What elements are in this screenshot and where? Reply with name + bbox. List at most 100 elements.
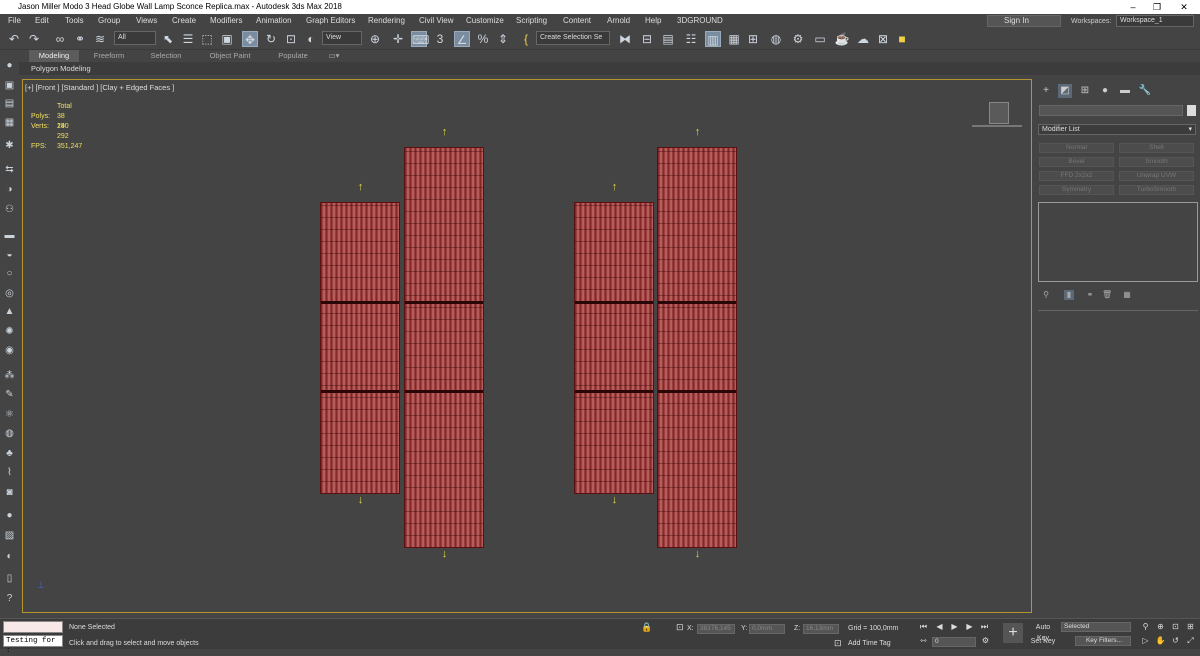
foliage-icon[interactable]: ♣	[2, 446, 17, 461]
modify-tab-icon[interactable]: ◩	[1058, 84, 1072, 98]
menu-help[interactable]: Help	[645, 14, 661, 28]
light-icon[interactable]: ✱	[2, 138, 17, 153]
menu-3dground[interactable]: 3DGROUND	[677, 14, 723, 28]
x-coordinate-field[interactable]: 38176,145	[697, 624, 735, 634]
render-in-cloud-icon[interactable]: ☁	[855, 31, 871, 47]
material-icon[interactable]: ●	[2, 508, 17, 523]
compound-icon[interactable]: ⚛	[2, 407, 17, 422]
unlink-icon[interactable]: ⚭	[72, 31, 88, 47]
torus-icon[interactable]: ◎	[2, 286, 17, 301]
select-and-rotate-icon[interactable]: ↻	[263, 31, 279, 47]
short-cylinder-right[interactable]	[574, 202, 654, 494]
sphere-icon[interactable]: ○	[2, 266, 17, 281]
tab-object-paint[interactable]: Object Paint	[200, 50, 260, 62]
toggle-ribbon-icon[interactable]: ▥	[705, 31, 721, 47]
set-key-icon[interactable]: +	[1003, 623, 1023, 643]
maxscript-listener[interactable]	[3, 621, 63, 633]
pin-stack-icon[interactable]: ⚲	[1041, 290, 1051, 300]
edit-named-selection-icon[interactable]: {	[518, 31, 534, 47]
object-name-field[interactable]	[1039, 105, 1183, 116]
hierarchy-tab-icon[interactable]: ⊞	[1078, 84, 1092, 98]
toggle-scene-explorer-icon[interactable]: ▤	[660, 31, 676, 47]
named-selection-sets-dropdown[interactable]: Create Selection Se	[536, 31, 610, 45]
tab-freeform[interactable]: Freeform	[86, 50, 132, 62]
z-coordinate-field[interactable]: 16,13mm	[803, 624, 839, 634]
menu-scripting[interactable]: Scripting	[516, 14, 547, 28]
menu-group[interactable]: Group	[98, 14, 120, 28]
select-and-scale-icon[interactable]: ⊡	[283, 31, 299, 47]
modifier-button-smooth[interactable]: Smooth	[1119, 157, 1194, 167]
menu-graph-editors[interactable]: Graph Editors	[306, 14, 355, 28]
systems-icon[interactable]: ⚇	[2, 202, 17, 217]
workspace-dropdown[interactable]: Workspace_1	[1116, 15, 1194, 27]
menu-arnold[interactable]: Arnold	[607, 14, 630, 28]
set-key-button[interactable]: Set Key	[1029, 636, 1057, 647]
go-to-end-icon[interactable]: ⏭	[979, 621, 990, 632]
helper-icon[interactable]: ⇆	[2, 162, 17, 177]
keyboard-shortcut-override-icon[interactable]: ⌨	[411, 31, 429, 47]
modifier-button-turbosmooth[interactable]: TurboSmooth	[1119, 185, 1194, 195]
ribbon-options-icon[interactable]: ▭▾	[325, 50, 343, 62]
add-time-tag[interactable]: Add Time Tag	[848, 640, 891, 647]
create-tab-icon[interactable]: +	[1039, 84, 1053, 98]
lock-selection-icon[interactable]: 🔒	[641, 622, 652, 633]
configure-modifier-sets-icon[interactable]: ▦	[1122, 290, 1132, 300]
select-by-name-icon[interactable]: ☰	[180, 31, 196, 47]
minimize-button[interactable]: –	[1121, 0, 1145, 14]
utilities-tab-icon[interactable]: 🔧	[1138, 84, 1152, 98]
stairs-icon[interactable]: ⌇	[2, 465, 17, 480]
select-object-icon[interactable]: ⬉	[160, 31, 176, 47]
sign-in-button[interactable]: Sign In	[987, 15, 1061, 27]
rendered-frame-window-icon[interactable]: ▭	[812, 31, 828, 47]
select-manipulate-icon[interactable]: ✛	[390, 31, 406, 47]
key-filters-button[interactable]: Key Filters...	[1075, 636, 1131, 646]
menu-views[interactable]: Views	[136, 14, 157, 28]
select-and-move-icon[interactable]: ✥	[242, 31, 258, 47]
auto-key-button[interactable]: Auto Key	[1029, 622, 1057, 642]
modifier-button-unwrap-uvw[interactable]: Unwrap UVW	[1119, 171, 1194, 181]
field-of-view-icon[interactable]: ▷	[1140, 635, 1151, 646]
percent-snap-icon[interactable]: %	[475, 31, 491, 47]
camera-icon[interactable]: ▨	[2, 528, 17, 543]
menu-edit[interactable]: Edit	[35, 14, 49, 28]
orbit-icon[interactable]: ↺	[1170, 635, 1181, 646]
selection-filter-dropdown[interactable]: All	[114, 31, 156, 45]
tab-modeling[interactable]: Modeling	[29, 50, 79, 62]
mirror-icon[interactable]: ⧓	[617, 31, 633, 47]
a360-gallery-icon[interactable]: ⊠	[875, 31, 891, 47]
brush-icon[interactable]: ✎	[2, 387, 17, 402]
door-icon[interactable]: ◙	[2, 485, 17, 500]
absolute-mode-icon[interactable]: ⊡	[676, 622, 684, 633]
modifier-button-ffd[interactable]: FFD 2x2x2	[1039, 171, 1114, 181]
shapes-icon[interactable]: ▣	[2, 78, 17, 93]
grid-icon[interactable]: ▦	[2, 115, 17, 130]
display-tab-icon[interactable]: ▬	[1118, 84, 1132, 98]
globe-icon[interactable]: ◍	[2, 426, 17, 441]
pan-icon[interactable]: ✋	[1155, 635, 1166, 646]
go-to-start-icon[interactable]: ⏮	[918, 621, 929, 632]
motion-tab-icon[interactable]: ●	[1098, 84, 1112, 98]
viewcube[interactable]	[972, 102, 1022, 127]
restore-button[interactable]: ❐	[1145, 0, 1169, 14]
help-icon[interactable]: ?	[2, 591, 17, 606]
link-icon[interactable]: ∞	[52, 31, 68, 47]
play-icon[interactable]: ▶	[949, 621, 960, 632]
tall-cylinder-right[interactable]	[657, 147, 737, 548]
reference-coordinate-dropdown[interactable]: View	[322, 31, 362, 45]
plane-icon[interactable]: ▬	[2, 228, 17, 243]
create-icon[interactable]: ●	[2, 58, 17, 73]
cone-icon[interactable]: ▲	[2, 304, 17, 319]
tab-selection[interactable]: Selection	[143, 50, 189, 62]
menu-customize[interactable]: Customize	[466, 14, 504, 28]
material-editor-icon[interactable]: ◍	[768, 31, 784, 47]
angle-snap-icon[interactable]: ∠	[454, 31, 470, 47]
remove-modifier-icon[interactable]: 🗑	[1102, 290, 1112, 300]
current-frame-field[interactable]: 0	[932, 637, 976, 647]
spacewarp-icon[interactable]: ◑	[2, 182, 17, 197]
align-icon[interactable]: ⊟	[639, 31, 655, 47]
menu-tools[interactable]: Tools	[65, 14, 84, 28]
modifier-button-normal[interactable]: Normal	[1039, 143, 1114, 153]
modifier-stack[interactable]	[1038, 202, 1198, 282]
plugin-icon[interactable]: ■	[894, 31, 910, 47]
zoom-all-icon[interactable]: ⊕	[1155, 621, 1166, 632]
